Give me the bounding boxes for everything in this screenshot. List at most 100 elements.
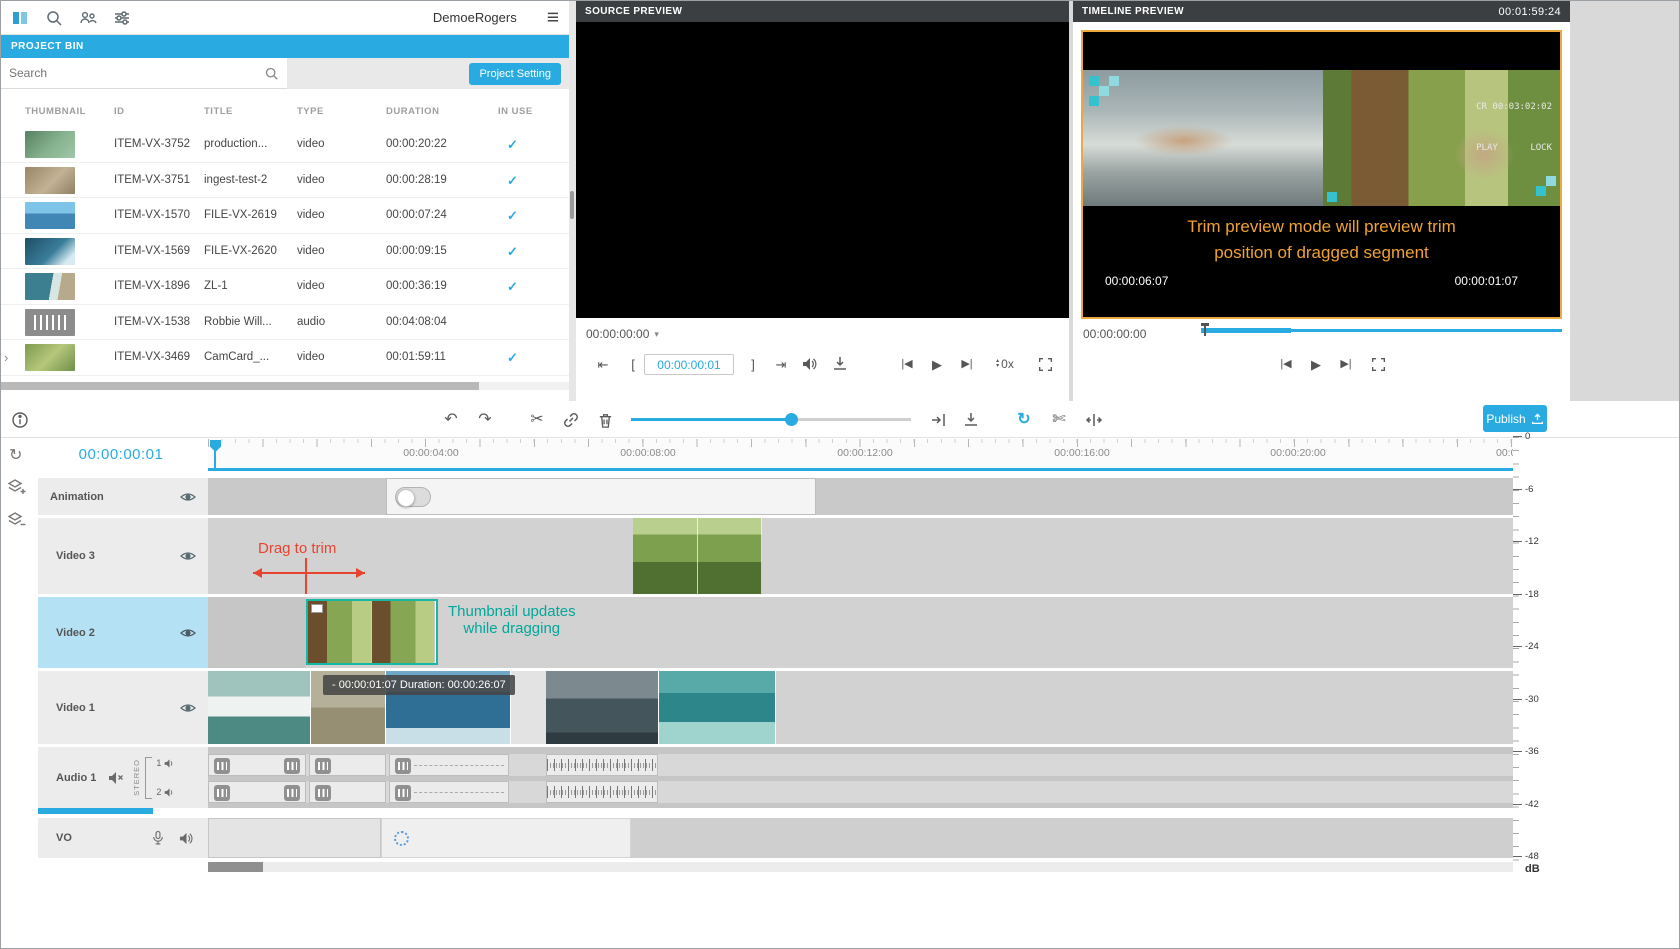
audio-monitor-button[interactable]	[797, 352, 823, 376]
scrub-handle-stem[interactable]	[1204, 323, 1206, 336]
insert-edit-button[interactable]	[926, 408, 952, 432]
zoom-slider-handle[interactable]	[785, 413, 798, 426]
search-input[interactable]	[9, 66, 264, 80]
info-button[interactable]	[7, 408, 33, 432]
audio-clip[interactable]	[389, 781, 509, 803]
dragged-clip-video2[interactable]	[306, 599, 438, 665]
visibility-eye-icon[interactable]	[180, 492, 196, 502]
visibility-eye-icon[interactable]	[180, 703, 196, 713]
source-timecode-display[interactable]: 00:00:00:00 ▾	[586, 327, 659, 341]
bin-row[interactable]: ITEM-VX-3751 ingest-test-2 video 00:00:2…	[1, 163, 569, 199]
panel-splitter[interactable]	[569, 1, 576, 401]
adjust-button[interactable]	[113, 9, 131, 27]
layout-panels-button[interactable]	[11, 9, 29, 27]
timeline-clip-video1[interactable]	[546, 671, 659, 744]
audio-waveform-clip[interactable]	[546, 754, 658, 776]
bin-row[interactable]: ITEM-VX-1569 FILE-VX-2620 video 00:00:09…	[1, 234, 569, 270]
audio-clip[interactable]	[309, 781, 386, 803]
track-header-video2[interactable]: Video 2	[38, 597, 208, 668]
timeline-preview-video[interactable]: CR 00:03:02:02 PLAY LOCK Trim preview mo…	[1081, 30, 1562, 319]
send-to-timeline-button[interactable]	[827, 352, 853, 376]
mute-button[interactable]	[108, 770, 124, 786]
search-button[interactable]	[45, 9, 63, 27]
audio-clip[interactable]	[309, 754, 386, 776]
channel-mode-label: STEREO	[132, 759, 141, 796]
loop-button[interactable]: ↻	[1011, 408, 1037, 432]
bin-row[interactable]: ITEM-VX-1570 FILE-VX-2619 video 00:00:07…	[1, 198, 569, 234]
overwrite-edit-button[interactable]	[958, 408, 984, 432]
bin-row[interactable]: ITEM-VX-1896 ZL-1 video 00:00:36:19 ✓	[1, 269, 569, 305]
preview-scrubber[interactable]	[1201, 325, 1562, 335]
timeline-current-timecode[interactable]: 00:00:00:01	[41, 446, 201, 463]
track-header-video1[interactable]: Video 1	[38, 671, 208, 744]
workflow-button[interactable]	[79, 9, 97, 27]
monitor-voiceover-button[interactable]	[179, 831, 194, 846]
bin-row[interactable]: ITEM-VX-3752 production... video 00:00:2…	[1, 127, 569, 163]
speaker-icon[interactable]	[164, 758, 175, 769]
fullscreen-button[interactable]	[1365, 352, 1391, 376]
audio-clip[interactable]	[208, 754, 306, 776]
speed-control[interactable]: ▴ ▾ 0x	[986, 352, 1024, 376]
timeline-clip-video1[interactable]	[208, 671, 311, 744]
clip-type: video	[297, 127, 325, 162]
expand-chevron-icon[interactable]: ›	[4, 340, 8, 375]
track-header-audio1[interactable]: Audio 1 STEREO 1 2	[38, 747, 208, 808]
goto-in-button[interactable]: ⇤	[590, 352, 616, 376]
source-current-timecode[interactable]: 00:00:00:01	[644, 354, 734, 375]
audio-clip[interactable]	[208, 781, 306, 803]
timeline-clip-video3[interactable]	[633, 518, 764, 594]
bin-row[interactable]: ITEM-VX-1538 Robbie Will... audio 00:04:…	[1, 305, 569, 341]
vo-clip-processing[interactable]	[381, 818, 631, 858]
next-frame-button[interactable]: ▶|	[954, 352, 980, 376]
prev-frame-button[interactable]: |◀	[1273, 352, 1299, 376]
record-voiceover-button[interactable]	[151, 830, 165, 847]
redo-button[interactable]: ↷	[472, 408, 498, 432]
track-header-animation[interactable]: Animation	[38, 478, 208, 515]
undo-button[interactable]: ↶	[438, 408, 464, 432]
project-bin-hscrollbar[interactable]	[1, 382, 569, 390]
track-header-vo[interactable]: VO	[38, 818, 208, 858]
animation-toggle[interactable]	[395, 487, 431, 507]
username: DemoeRogers	[433, 10, 517, 25]
next-frame-button[interactable]: ▶|	[1333, 352, 1359, 376]
play-button[interactable]: ▶	[1303, 352, 1329, 376]
vo-clip[interactable]	[208, 818, 381, 858]
splitter-handle[interactable]	[570, 191, 574, 219]
bin-row[interactable]: › ITEM-VX-3469 CamCard_... video 00:01:5…	[1, 340, 569, 376]
goto-out-button[interactable]: ⇥	[768, 352, 794, 376]
mark-out-button[interactable]: ]	[740, 352, 766, 376]
audio-clip[interactable]	[389, 754, 509, 776]
visibility-eye-icon[interactable]	[180, 551, 196, 561]
trim-mode-button[interactable]	[1081, 408, 1107, 432]
speaker-icon[interactable]	[164, 787, 175, 798]
timeline-clip-video1[interactable]	[659, 671, 776, 744]
zoom-slider[interactable]	[631, 418, 911, 421]
db-unit-label: dB	[1525, 863, 1540, 875]
add-track-button[interactable]	[7, 478, 27, 496]
publish-button[interactable]: Publish	[1483, 405, 1547, 432]
timeline-hscrollbar[interactable]	[208, 862, 1513, 872]
mark-in-button[interactable]: [	[620, 352, 646, 376]
play-button[interactable]: ▶	[924, 352, 950, 376]
scrollbar-thumb[interactable]	[208, 862, 263, 872]
hamburger-menu-button[interactable]: ≡	[547, 7, 559, 28]
remove-track-button[interactable]	[7, 511, 27, 529]
search-icon[interactable]	[264, 66, 279, 81]
cut-button[interactable]: ✂	[524, 408, 550, 432]
delete-button[interactable]	[592, 408, 618, 432]
unlink-button[interactable]	[558, 408, 584, 432]
fullscreen-button[interactable]	[1032, 352, 1058, 376]
project-setting-button[interactable]: Project Setting	[469, 63, 561, 85]
scrollbar-thumb[interactable]	[1, 382, 479, 390]
track-header-video3[interactable]: Video 3	[38, 518, 208, 594]
prev-frame-button[interactable]: |◀	[894, 352, 920, 376]
source-video-area[interactable]	[576, 22, 1069, 318]
overwrite-icon	[962, 411, 980, 429]
in-use-check-icon: ✓	[507, 163, 518, 198]
sync-button[interactable]: ↻	[9, 445, 22, 465]
razor-button[interactable]: ✄	[1046, 408, 1072, 432]
timeline-ruler[interactable]: 00:00:04:00 00:00:08:00 00:00:12:00 00:0…	[208, 439, 1513, 471]
animation-clip[interactable]	[386, 478, 816, 515]
visibility-eye-icon[interactable]	[180, 628, 196, 638]
audio-waveform-clip[interactable]	[546, 781, 658, 803]
